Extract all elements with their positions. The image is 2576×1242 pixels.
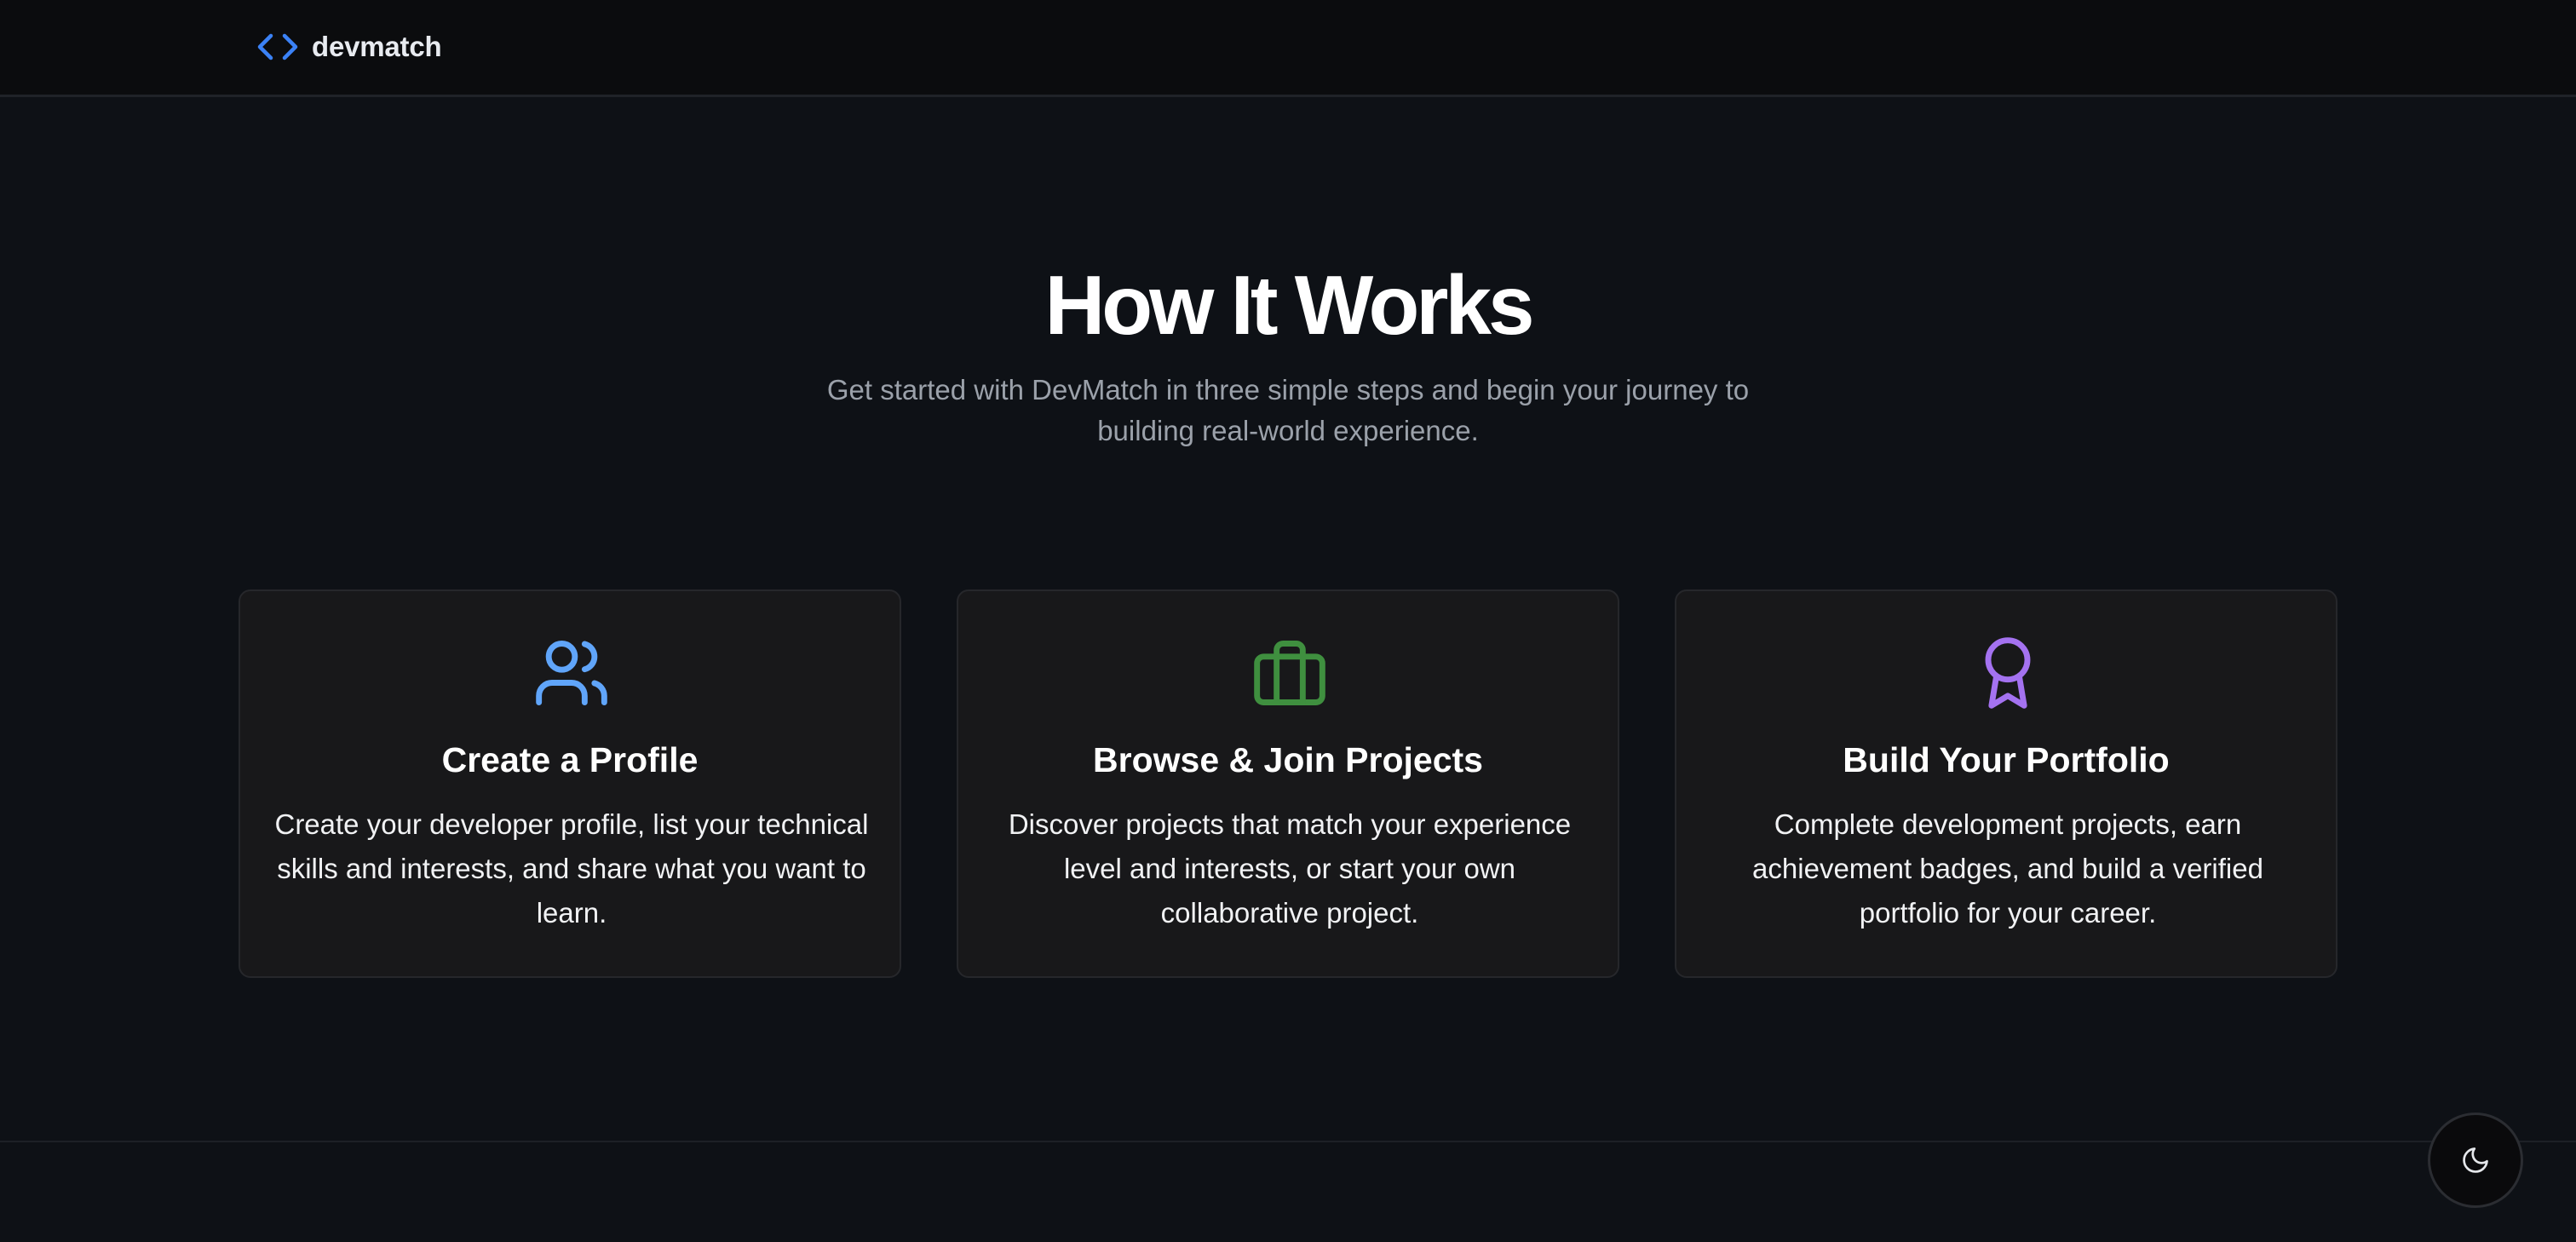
step-title: Build Your Portfolio — [1843, 740, 2170, 779]
moon-icon — [2463, 1147, 2488, 1173]
step-card-create-profile: Create a Profile Create your developer p… — [239, 589, 901, 978]
users-icon — [536, 641, 607, 705]
step-description: Discover projects that match your experi… — [1008, 808, 1572, 929]
step-card-build-portfolio: Build Your Portfolio Complete developmen… — [1675, 589, 2337, 978]
step-description: Create your developer profile, list your… — [274, 808, 869, 929]
step-title: Create a Profile — [441, 740, 699, 779]
step-card-browse-join-projects: Browse & Join Projects Discover projects… — [957, 589, 1619, 978]
top-navigation-bar: devmatch — [0, 0, 2576, 97]
briefcase-icon — [1254, 641, 1325, 705]
brand-name: devmatch — [312, 31, 442, 62]
theme-toggle-button[interactable] — [2428, 1113, 2523, 1208]
section-subtitle: Get started with DevMatch in three simpl… — [826, 374, 1750, 446]
award-icon — [1985, 637, 2031, 709]
footer-divider — [0, 1141, 2576, 1142]
brand-logo-link[interactable]: devmatch — [256, 29, 442, 65]
step-title: Browse & Join Projects — [1093, 740, 1483, 779]
step-description: Complete development projects, earn achi… — [1752, 808, 2263, 929]
section-title: How It Works — [1044, 258, 1535, 352]
code-brackets-icon — [257, 33, 298, 60]
